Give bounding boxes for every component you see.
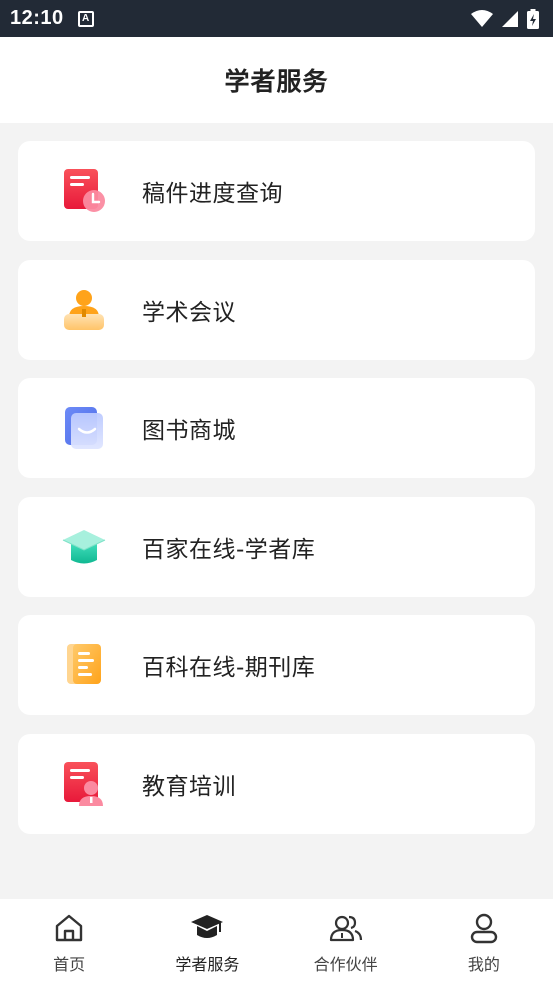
page-header: 学者服务 [0, 37, 553, 123]
menu-item-label: 稿件进度查询 [142, 181, 283, 207]
profile-icon [467, 911, 501, 945]
status-bar: 12:10 A [0, 0, 553, 37]
menu-item-label: 学术会议 [142, 299, 236, 326]
wifi-icon [471, 9, 493, 27]
status-time: 12:10 [10, 7, 64, 29]
menu-item-journal-library[interactable]: 百科在线-期刊库 [18, 615, 535, 715]
service-menu-list: 稿件进度查询 学术会议 图书商城 百家在线-学者库 百科在线-期刊库 教育培训 [18, 141, 535, 852]
scholar-cap-icon [60, 523, 108, 571]
partners-icon [329, 911, 363, 945]
app-notification-icon: A [77, 10, 94, 27]
bottom-tab-bar: 首页 学者服务 合作伙伴 我的 [0, 899, 553, 984]
tab-scholar-services[interactable]: 学者服务 [138, 899, 276, 984]
menu-item-conference[interactable]: 学术会议 [18, 259, 535, 360]
menu-item-label: 百科在线-期刊库 [142, 655, 316, 681]
tab-label: 我的 [467, 955, 500, 974]
menu-item-label: 教育培训 [142, 773, 236, 800]
battery-icon [527, 8, 539, 29]
menu-item-label: 图书商城 [142, 418, 236, 444]
menu-item-scholar-library[interactable]: 百家在线-学者库 [18, 496, 535, 597]
tab-home[interactable]: 首页 [0, 899, 138, 984]
manuscript-progress-icon [60, 167, 108, 215]
tab-label: 合作伙伴 [313, 955, 378, 974]
tab-label: 学者服务 [175, 955, 240, 974]
signal-icon [502, 10, 518, 27]
menu-item-training[interactable]: 教育培训 [18, 733, 535, 834]
status-indicators [471, 8, 539, 29]
conference-icon [60, 286, 108, 334]
tab-profile[interactable]: 我的 [415, 899, 553, 984]
tab-label: 首页 [53, 955, 86, 974]
graduation-cap-icon [190, 911, 224, 945]
menu-item-bookstore[interactable]: 图书商城 [18, 378, 535, 478]
bookstore-icon [60, 404, 108, 452]
menu-item-manuscript-progress[interactable]: 稿件进度查询 [18, 141, 535, 241]
tab-partners[interactable]: 合作伙伴 [277, 899, 415, 984]
journal-icon [60, 641, 108, 689]
menu-item-label: 百家在线-学者库 [142, 536, 316, 563]
training-icon [60, 760, 108, 808]
home-icon [52, 911, 86, 945]
page-title: 学者服务 [224, 67, 329, 96]
